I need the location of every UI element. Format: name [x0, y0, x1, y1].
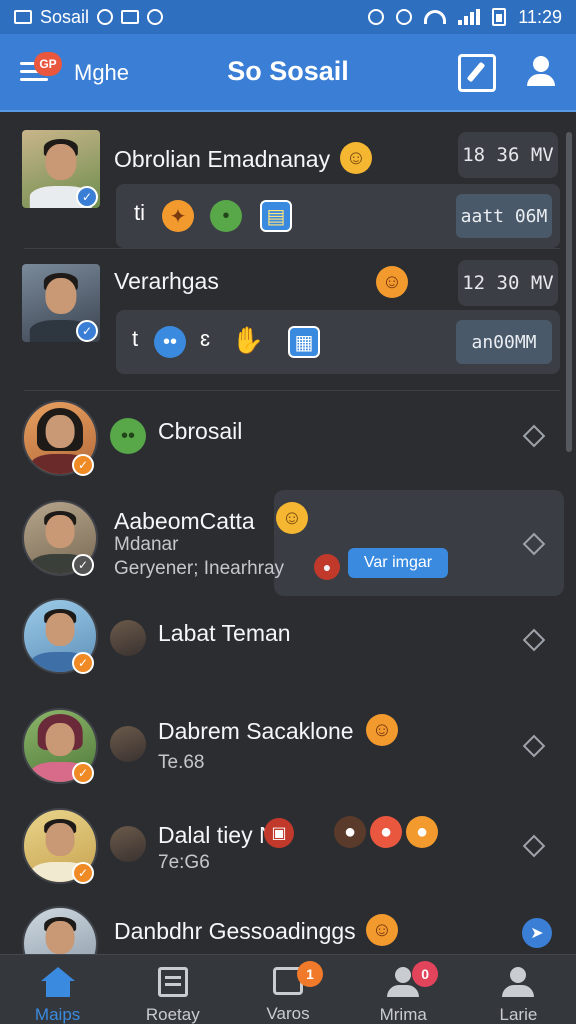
- nav-label: Larie: [499, 1005, 538, 1024]
- divider: [24, 390, 560, 391]
- reply-action-button[interactable]: aatt 06M: [456, 194, 552, 238]
- sync-status-icon: [97, 9, 114, 25]
- compose-icon[interactable]: [458, 54, 496, 92]
- chat-subtitle: Mdanar: [114, 534, 179, 555]
- preview-chip[interactable]: Var imgar: [348, 548, 448, 578]
- chat-time: 7e:G6: [158, 852, 210, 873]
- verified-badge-icon: ✓: [72, 454, 94, 476]
- quick-reply-bar: ti ✦ • ▤ aatt 06M: [116, 184, 560, 248]
- row-options-icon[interactable]: [522, 628, 546, 652]
- chat-name: Obrolian Emadnanay: [114, 146, 331, 172]
- reply-action-button[interactable]: an00MM: [456, 320, 552, 364]
- chat-row[interactable]: ✓ Dabrem Sacaklone ☺ Te.68: [0, 698, 576, 798]
- chat-name: Cbrosail: [158, 418, 243, 444]
- mini-avatar: [110, 726, 146, 762]
- sticker-icon[interactable]: ▤: [260, 200, 292, 232]
- list-icon: [156, 967, 190, 997]
- notification-badge: 1: [297, 961, 323, 987]
- avatar: [22, 906, 98, 954]
- car-emoji-icon: ▣: [264, 818, 294, 848]
- bottom-nav: Maips Roetay 1 Varos 0 Mrima Larie: [0, 954, 576, 1024]
- chat-name: Verarhgas: [114, 268, 219, 294]
- chat-list: ✓ Obrolian Emadnanay ☺ 18 36 MV ti ✦ • ▤…: [0, 114, 576, 954]
- chat-name: Dabrem Sacaklone: [158, 718, 354, 744]
- chat-row[interactable]: ✓ •• Cbrosail: [0, 398, 576, 498]
- verified-badge-icon: ✓: [76, 186, 98, 208]
- time-pill: 18 36 MV: [458, 132, 558, 178]
- grin-emoji-icon: ☺: [366, 914, 398, 946]
- status-bar: Sosail 11:29: [0, 0, 576, 34]
- chat-name: Danbdhr Gessoadinggs: [114, 918, 356, 944]
- camera-status-icon: [121, 10, 140, 24]
- message-status-icon: [14, 10, 32, 24]
- app-bar: GP Mghe So Sosail: [0, 34, 576, 112]
- divider: [24, 248, 560, 249]
- quick-reply-bar: t •• ɛ ✋ ▦ an00MM: [116, 310, 560, 374]
- chat-row[interactable]: ✓ AabeomCatta ☺ Mdanar Geryener; Inearhr…: [0, 498, 576, 598]
- group-emoji-icon: ••: [110, 418, 146, 454]
- nav-larie[interactable]: Larie: [461, 955, 576, 1024]
- row-options-icon[interactable]: [522, 834, 546, 858]
- row-options-icon[interactable]: [522, 424, 546, 448]
- chat-card[interactable]: ✓ Obrolian Emadnanay ☺ 18 36 MV ti ✦ • ▤…: [12, 126, 560, 248]
- nav-label: Maips: [34, 1005, 81, 1024]
- chat-row[interactable]: ✓ Labat Teman: [0, 596, 576, 696]
- notification-badge: 0: [412, 961, 439, 987]
- row-options-icon[interactable]: [522, 532, 546, 556]
- blue-face-emoji-icon[interactable]: ••: [154, 326, 186, 358]
- open-chat-icon[interactable]: ➤: [522, 918, 552, 948]
- person-icon: [501, 967, 535, 997]
- chat-time: Te.68: [158, 752, 205, 773]
- profile-icon[interactable]: [526, 56, 556, 90]
- alarm-icon: [368, 9, 385, 25]
- reply-glyph: t: [132, 326, 139, 351]
- verified-badge-icon: ✓: [72, 762, 94, 784]
- chat-card[interactable]: ✓ Verarhgas ☺ 12 30 MV t •• ɛ ✋ ▦ an00MM: [12, 260, 560, 384]
- mini-avatar: [110, 826, 146, 862]
- home-icon: [40, 967, 75, 997]
- grin-emoji-icon: ☺: [376, 266, 408, 298]
- chat-row[interactable]: ✓ Dalal tiey No ▣ ● ● ● 7e:G6: [0, 800, 576, 900]
- time-pill: 12 30 MV: [458, 260, 558, 306]
- verified-badge-icon: ✓: [72, 862, 94, 884]
- smile-emoji-icon: ☺: [340, 142, 372, 174]
- wink-emoji-icon: ☺: [276, 502, 308, 534]
- signal-icon: [458, 9, 481, 25]
- chat-row[interactable]: Danbdhr Gessoadinggs ☺ ➤: [0, 902, 576, 954]
- reply-glyph: ti: [134, 200, 145, 225]
- face-emoji-icon: ●: [334, 816, 366, 848]
- nav-home[interactable]: Maips: [0, 955, 115, 1024]
- verified-badge-icon: ✓: [76, 320, 98, 342]
- vibrate-icon: [396, 9, 413, 25]
- face-emoji-icon: ●: [370, 816, 402, 848]
- face-emoji-icon[interactable]: •: [210, 200, 242, 232]
- hand-emoji-icon[interactable]: ✋: [232, 324, 264, 356]
- nav-roetay[interactable]: Roetay: [115, 955, 230, 1024]
- carrier-label: Sosail: [40, 6, 90, 27]
- nav-varos[interactable]: 1 Varos: [230, 955, 345, 1024]
- verified-badge-icon: ✓: [72, 652, 94, 674]
- mini-avatar: [110, 620, 146, 656]
- grin-emoji-icon: ☺: [366, 714, 398, 746]
- verified-badge-icon: ✓: [72, 554, 94, 576]
- row-options-icon[interactable]: [522, 734, 546, 758]
- clock: 11:29: [518, 6, 562, 27]
- nav-label: Mrima: [379, 1005, 427, 1024]
- reply-glyph-2: ɛ: [200, 326, 211, 351]
- people-icon: 0: [386, 961, 439, 997]
- chat-preview: Geryener; Inearhray: [114, 558, 285, 579]
- face-emoji-icon: ●: [406, 816, 438, 848]
- chat-name: Labat Teman: [158, 620, 291, 646]
- wifi-icon: [424, 10, 447, 24]
- nav-mrima[interactable]: 0 Mrima: [346, 955, 461, 1024]
- settings-status-icon: [147, 9, 164, 25]
- person-emoji-icon: ●: [314, 554, 340, 580]
- nav-label: Varos: [266, 1004, 310, 1023]
- chat-name: AabeomCatta: [114, 508, 255, 534]
- nav-label: Roetay: [145, 1005, 200, 1024]
- card-icon[interactable]: ▦: [288, 326, 320, 358]
- battery-icon: [492, 8, 507, 26]
- house-icon: 1: [271, 961, 323, 996]
- cat-emoji-icon[interactable]: ✦: [162, 200, 194, 232]
